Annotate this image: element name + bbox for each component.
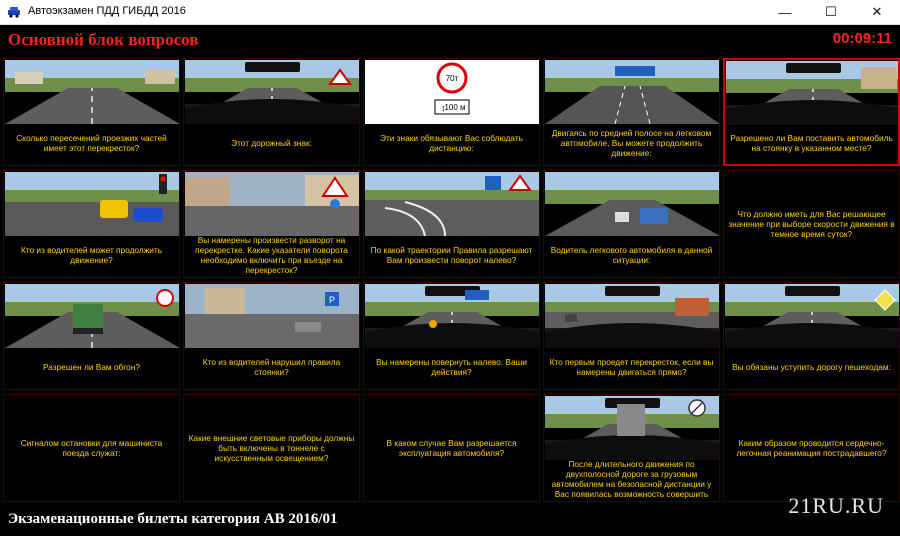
question-image bbox=[5, 60, 179, 124]
question-image bbox=[5, 172, 179, 236]
svg-text:↕: ↕ bbox=[441, 103, 446, 113]
question-card-14[interactable]: Кто первым проедет перекресток, если вы … bbox=[543, 282, 720, 390]
question-image bbox=[725, 284, 899, 348]
question-card-15[interactable]: Вы обязаны уступить дорогу пешеходам: bbox=[723, 282, 900, 390]
question-text: Кто из водителей может продолжить движен… bbox=[20, 245, 163, 265]
scene-illustration bbox=[5, 284, 179, 348]
question-card-13[interactable]: Вы намерены повернуть налево. Ваши дейст… bbox=[363, 282, 540, 390]
exam-timer: 00:09:11 bbox=[832, 30, 892, 47]
question-text: После длительного движения по двухполосн… bbox=[551, 459, 712, 499]
question-grid: Сколько пересечений проезжих частей имее… bbox=[3, 58, 900, 504]
question-text: В каком случае Вам разрешается эксплуата… bbox=[386, 438, 517, 458]
question-image: P bbox=[185, 284, 359, 348]
question-card-7[interactable]: Вы намерены произвести разворот на перек… bbox=[183, 170, 360, 278]
question-image bbox=[545, 396, 719, 460]
question-text: Разрешен ли Вам обгон? bbox=[43, 362, 140, 372]
question-text: Двигаясь по средней полосе на легковом а… bbox=[551, 128, 712, 158]
minimize-button[interactable]: — bbox=[762, 0, 808, 24]
question-image: 70т 100 м ↕ bbox=[365, 60, 539, 124]
scene-illustration: 70т 100 м↕ bbox=[365, 60, 539, 124]
title-bar: Автоэкзамен ПДД ГИБДД 2016 — ☐ ✕ bbox=[0, 0, 900, 25]
question-card-20[interactable]: Каким образом проводится сердечно-легочн… bbox=[723, 394, 900, 502]
header-bar: Основной блок вопросов 00:09:11 bbox=[0, 25, 900, 55]
scene-illustration bbox=[5, 60, 179, 124]
watermark: 21RU.RU bbox=[788, 493, 884, 518]
question-text: Сколько пересечений проезжих частей имее… bbox=[16, 133, 167, 153]
scene-illustration bbox=[185, 60, 359, 124]
scene-illustration bbox=[365, 284, 539, 348]
question-text: Вы намерены произвести разворот на перек… bbox=[195, 235, 348, 275]
scene-illustration bbox=[365, 172, 539, 236]
svg-text:70т: 70т bbox=[446, 74, 459, 83]
scene-illustration: P bbox=[185, 284, 359, 348]
svg-text:100 м: 100 м bbox=[444, 103, 465, 112]
question-image bbox=[545, 172, 719, 236]
question-text: Каким образом проводится сердечно-легочн… bbox=[736, 438, 887, 458]
question-text: Кто из водителей нарушил правила стоянки… bbox=[202, 357, 341, 377]
question-text: Вы обязаны уступить дорогу пешеходам: bbox=[732, 362, 891, 372]
question-text: Вы намерены повернуть налево. Ваши дейст… bbox=[376, 357, 527, 377]
minimize-icon: — bbox=[778, 4, 792, 20]
scene-illustration bbox=[5, 172, 179, 236]
question-card-6[interactable]: Кто из водителей может продолжить движен… bbox=[3, 170, 180, 278]
question-text: Что должно иметь для Вас решающее значен… bbox=[728, 209, 895, 239]
question-text: Сигналом остановки для машиниста поезда … bbox=[20, 438, 163, 458]
question-card-1[interactable]: Сколько пересечений проезжих частей имее… bbox=[3, 58, 180, 166]
question-card-2[interactable]: Этот дорожный знак: bbox=[183, 58, 360, 166]
question-card-17[interactable]: Какие внешние световые приборы должны бы… bbox=[183, 394, 360, 502]
close-button[interactable]: ✕ bbox=[854, 0, 900, 24]
question-card-8[interactable]: По какой траектории Правила разрешают Ва… bbox=[363, 170, 540, 278]
question-card-19[interactable]: После длительного движения по двухполосн… bbox=[543, 394, 720, 502]
question-image bbox=[365, 172, 539, 236]
scene-illustration bbox=[725, 284, 899, 348]
maximize-button[interactable]: ☐ bbox=[808, 0, 854, 24]
question-text: Разрешено ли Вам поставить автомобиль на… bbox=[730, 133, 893, 153]
scene-illustration bbox=[185, 172, 359, 236]
scene-illustration bbox=[545, 396, 719, 460]
question-card-18[interactable]: В каком случае Вам разрешается эксплуата… bbox=[363, 394, 540, 502]
question-text: Какие внешние световые приборы должны бы… bbox=[188, 433, 355, 463]
close-icon: ✕ bbox=[871, 4, 883, 19]
question-card-9[interactable]: Водитель легкового автомобиля в данной с… bbox=[543, 170, 720, 278]
question-card-3[interactable]: 70т 100 м ↕ Эти знаки обязывают Вас соблюда… bbox=[363, 58, 540, 166]
question-card-16[interactable]: Сигналом остановки для машиниста поезда … bbox=[3, 394, 180, 502]
question-image bbox=[726, 61, 898, 125]
question-text: По какой траектории Правила разрешают Ва… bbox=[370, 245, 533, 265]
question-text: Водитель легкового автомобиля в данной с… bbox=[550, 245, 713, 265]
page-title: Основной блок вопросов bbox=[8, 30, 199, 49]
question-text: Кто первым проедет перекресток, если вы … bbox=[549, 357, 714, 377]
car-app-icon bbox=[8, 7, 20, 18]
scene-illustration bbox=[545, 172, 719, 236]
question-image bbox=[545, 60, 719, 124]
maximize-icon: ☐ bbox=[825, 4, 837, 19]
question-card-4[interactable]: Двигаясь по средней полосе на легковом а… bbox=[543, 58, 720, 166]
scene-illustration bbox=[545, 284, 719, 348]
question-image bbox=[365, 284, 539, 348]
ticket-title: Экзаменационные билеты категория АВ 2016… bbox=[8, 511, 338, 527]
window-title: Автоэкзамен ПДД ГИБДД 2016 bbox=[28, 5, 186, 17]
question-text: Эти знаки обязывают Вас соблюдать дистан… bbox=[380, 133, 523, 153]
question-card-10[interactable]: Что должно иметь для Вас решающее значен… bbox=[723, 170, 900, 278]
footer-bar: Экзаменационные билеты категория АВ 2016… bbox=[0, 493, 900, 536]
question-image bbox=[545, 284, 719, 348]
question-card-11[interactable]: Разрешен ли Вам обгон? bbox=[3, 282, 180, 390]
scene-illustration bbox=[545, 60, 719, 124]
scene-illustration bbox=[726, 61, 898, 125]
question-image bbox=[185, 172, 359, 236]
question-text: Этот дорожный знак: bbox=[231, 138, 312, 148]
question-card-12[interactable]: P Кто из водителей нарушил правила стоянк… bbox=[183, 282, 360, 390]
question-image bbox=[185, 60, 359, 124]
svg-text:P: P bbox=[329, 295, 335, 305]
question-card-5[interactable]: Разрешено ли Вам поставить автомобиль на… bbox=[723, 58, 900, 166]
question-image bbox=[5, 284, 179, 348]
